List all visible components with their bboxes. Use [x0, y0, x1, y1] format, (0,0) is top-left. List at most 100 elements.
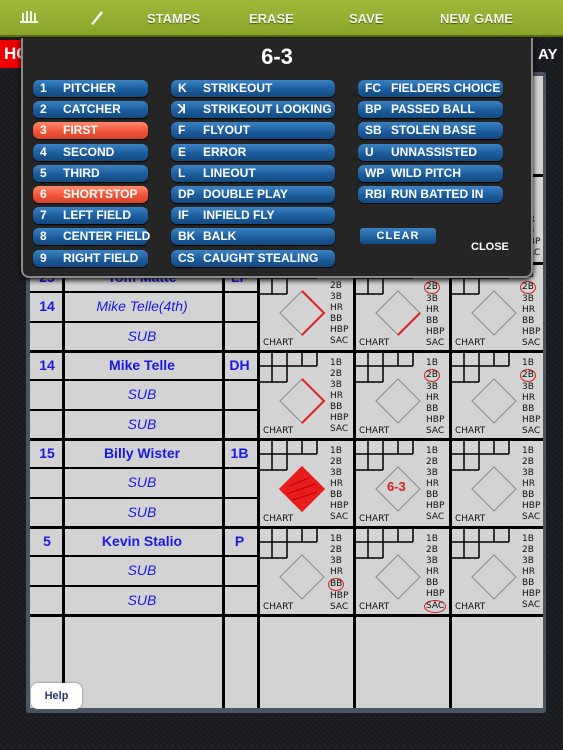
- chart-label[interactable]: CHART: [263, 514, 293, 524]
- stamp-button-third[interactable]: 5 THIRD: [33, 164, 148, 182]
- inning-cell[interactable]: 1B2B3BHRBBHBPSAC CHART: [257, 350, 353, 438]
- inning-cell[interactable]: 1B2B3BHRBBHBPSAC CHART: [353, 526, 449, 614]
- result-sac[interactable]: SAC: [330, 424, 348, 435]
- result-sac[interactable]: SAC: [522, 512, 540, 523]
- stamp-button-run-batted-in[interactable]: RBI RUN BATTED IN: [358, 186, 503, 203]
- result-sac[interactable]: SAC: [426, 426, 444, 437]
- player-pos[interactable]: P: [222, 533, 257, 549]
- result-hr[interactable]: HR: [522, 393, 540, 404]
- chart-label[interactable]: CHART: [359, 426, 389, 436]
- result-1b[interactable]: 1B: [522, 446, 540, 457]
- result-3b[interactable]: 3B: [522, 468, 540, 479]
- player-name[interactable]: Kevin Stalio: [62, 533, 222, 549]
- result-3b[interactable]: 3B: [330, 468, 348, 479]
- inning-cell[interactable]: 1B2B3BHRBBHBPSAC CHART: [449, 438, 543, 526]
- inning-cell[interactable]: 1B2B3BHRBBHBPSAC CHART: [449, 526, 543, 614]
- result-bb[interactable]: BB: [330, 314, 348, 325]
- result-bb[interactable]: BB: [426, 316, 444, 327]
- result-hr[interactable]: HR: [330, 303, 348, 314]
- result-2b[interactable]: 2B: [426, 545, 446, 556]
- away-tab[interactable]: AY: [538, 46, 557, 63]
- player-name[interactable]: SUB: [62, 504, 222, 520]
- result-bb[interactable]: BB: [426, 404, 444, 415]
- inning-cell[interactable]: 1B2B3BHRBBHBPSAC CHART: [449, 350, 543, 438]
- stadium-icon[interactable]: [20, 10, 38, 24]
- stamp-button-pitcher[interactable]: 1 PITCHER: [33, 80, 148, 97]
- result-2b[interactable]: 2B: [520, 281, 536, 294]
- close-button[interactable]: CLOSE: [471, 241, 509, 253]
- player-name[interactable]: SUB: [62, 562, 222, 578]
- result-3b[interactable]: 3B: [330, 556, 348, 567]
- result-bb[interactable]: BB: [328, 578, 345, 591]
- result-hbp[interactable]: HBP: [426, 327, 444, 338]
- player-name[interactable]: Mike Telle(4th): [62, 298, 222, 314]
- clear-button[interactable]: CLEAR: [360, 228, 436, 244]
- result-hr[interactable]: HR: [330, 391, 348, 402]
- player-num[interactable]: 14: [32, 298, 62, 314]
- result-hr[interactable]: HR: [426, 393, 444, 404]
- result-2b[interactable]: 2B: [424, 281, 440, 294]
- result-hr[interactable]: HR: [522, 479, 540, 490]
- stamp-button-strikeout[interactable]: K STRIKEOUT: [171, 80, 335, 97]
- player-name[interactable]: SUB: [62, 474, 222, 490]
- chart-label[interactable]: CHART: [359, 514, 389, 524]
- result-bb[interactable]: BB: [426, 490, 444, 501]
- player-name[interactable]: SUB: [62, 328, 222, 344]
- erase-button[interactable]: ERASE: [249, 11, 294, 26]
- player-name[interactable]: SUB: [62, 592, 222, 608]
- result-hr[interactable]: HR: [426, 567, 446, 578]
- player-pos[interactable]: 1B: [222, 445, 257, 461]
- result-3b[interactable]: 3B: [330, 380, 348, 391]
- result-hr[interactable]: HR: [330, 567, 348, 578]
- result-3b[interactable]: 3B: [426, 382, 444, 393]
- result-2b[interactable]: 2B: [426, 457, 444, 468]
- result-bb[interactable]: BB: [522, 316, 540, 327]
- result-1b[interactable]: 1B: [426, 534, 446, 545]
- stamp-button-strikeout-looking[interactable]: ꓘ STRIKEOUT LOOKING: [171, 101, 335, 119]
- stamp-button-lineout[interactable]: L LINEOUT: [171, 164, 335, 182]
- result-hbp[interactable]: HBP: [522, 589, 540, 600]
- chart-label[interactable]: CHART: [455, 514, 485, 524]
- save-button[interactable]: SAVE: [349, 11, 383, 26]
- chart-label[interactable]: CHART: [359, 602, 389, 612]
- stamp-button-center-field[interactable]: 8 CENTER FIELD: [33, 228, 150, 246]
- result-sac[interactable]: SAC: [330, 512, 348, 523]
- stamp-button-first[interactable]: 3 FIRST: [33, 122, 148, 140]
- result-hr[interactable]: HR: [426, 305, 444, 316]
- new-game-button[interactable]: NEW GAME: [440, 11, 513, 26]
- result-1b[interactable]: 1B: [330, 446, 348, 457]
- chart-label[interactable]: CHART: [263, 602, 293, 612]
- result-1b[interactable]: 1B: [522, 358, 540, 369]
- result-3b[interactable]: 3B: [426, 294, 444, 305]
- result-2b[interactable]: 2B: [330, 457, 348, 468]
- player-num[interactable]: 15: [32, 445, 62, 461]
- result-1b[interactable]: 1B: [522, 534, 540, 545]
- stamp-button-second[interactable]: 4 SECOND: [33, 143, 148, 161]
- stamp-button-wild-pitch[interactable]: WP WILD PITCH: [358, 164, 503, 182]
- result-3b[interactable]: 3B: [522, 382, 540, 393]
- result-hbp[interactable]: HBP: [330, 501, 348, 512]
- result-1b[interactable]: 1B: [330, 358, 348, 369]
- inning-cell[interactable]: 1B2B3BHRBBHBPSAC CHART: [353, 350, 449, 438]
- result-sac[interactable]: SAC: [330, 602, 348, 613]
- result-1b[interactable]: 1B: [426, 446, 444, 457]
- player-name[interactable]: SUB: [62, 416, 222, 432]
- result-hbp[interactable]: HBP: [330, 591, 348, 602]
- stamp-button-fielders-choice[interactable]: FC FIELDERS CHOICE: [358, 80, 503, 97]
- result-1b[interactable]: 1B: [330, 534, 348, 545]
- result-2b[interactable]: 2B: [522, 457, 540, 468]
- result-hbp[interactable]: HBP: [522, 327, 540, 338]
- result-bb[interactable]: BB: [522, 578, 540, 589]
- result-bb[interactable]: BB: [522, 404, 540, 415]
- result-hr[interactable]: HR: [522, 567, 540, 578]
- result-hbp[interactable]: HBP: [522, 501, 540, 512]
- result-2b[interactable]: 2B: [330, 545, 348, 556]
- result-2b[interactable]: 2B: [424, 369, 440, 382]
- result-bb[interactable]: BB: [330, 490, 348, 501]
- result-bb[interactable]: BB: [330, 402, 348, 413]
- stamp-button-left-field[interactable]: 7 LEFT FIELD: [33, 207, 148, 225]
- stamps-button[interactable]: STAMPS: [147, 11, 200, 26]
- player-name[interactable]: SUB: [62, 386, 222, 402]
- stamp-button-passed-ball[interactable]: BP PASSED BALL: [358, 101, 503, 119]
- help-button[interactable]: Help: [31, 683, 82, 709]
